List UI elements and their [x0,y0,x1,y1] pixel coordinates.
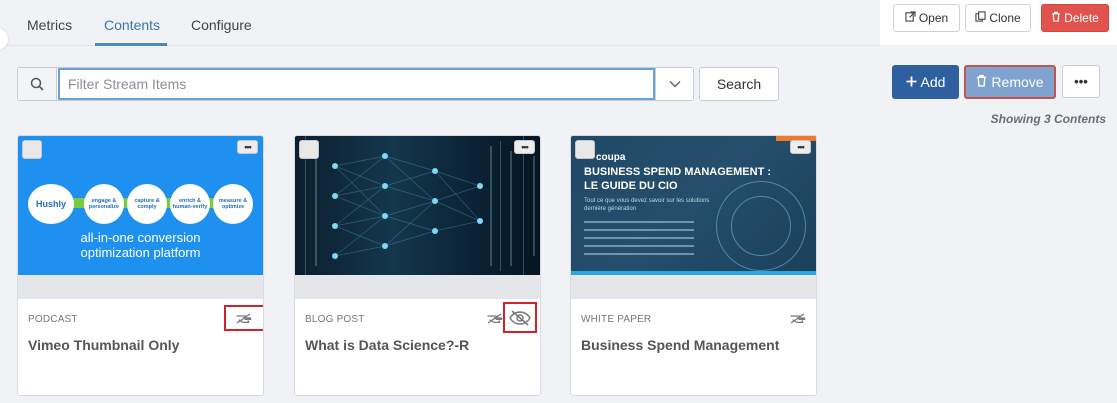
tab-configure[interactable]: Configure [191,17,252,33]
search-bar [17,67,694,101]
tab-contents[interactable]: Contents [104,17,160,33]
card-thumbnail: coupa BUSINESS SPEND MANAGEMENT : LE GUI… [571,136,816,275]
tab-bar: Metrics Contents Configure [0,0,880,46]
globe-graphic [731,196,791,256]
neural-network-graphic [305,136,535,275]
chevron-down-icon[interactable] [655,68,693,100]
card-checkbox[interactable] [575,140,595,159]
eye-slash-icon[interactable] [508,308,532,328]
more-options-button[interactable]: ••• [1062,65,1100,98]
content-card[interactable]: coupa BUSINESS SPEND MANAGEMENT : LE GUI… [570,135,817,396]
hand-icon[interactable] [234,310,256,328]
add-label: Add [920,74,946,90]
content-title: Vimeo Thumbnail Only [28,337,180,353]
content-title: Business Spend Management [581,337,780,353]
content-card[interactable]: ••• BLOG POST What is Data Science?-R [294,135,541,396]
content-type: PODCAST [28,314,78,325]
card-menu-button[interactable]: ••• [514,140,535,154]
thumbnail-subtext: Tout ce que vous devez savoir sur les so… [584,198,710,212]
card-thumbnail [295,136,540,275]
active-tab-indicator [95,43,167,46]
card-checkbox[interactable] [22,140,42,159]
card-thumbnail: Hushly engage & personalize capture & co… [18,136,263,275]
delete-label: Delete [1064,11,1099,25]
copy-icon [975,11,986,25]
add-button[interactable]: Add [892,65,959,99]
remove-button[interactable]: Remove [964,65,1056,99]
delete-button[interactable]: Delete [1041,4,1109,32]
step-circle: enrich & human-verify [170,184,210,224]
content-title: What is Data Science?-R [305,337,470,353]
card-band [571,275,816,299]
search-button[interactable]: Search [699,67,779,101]
card-band [295,275,540,299]
hushly-logo: Hushly [28,184,74,224]
tab-metrics[interactable]: Metrics [27,17,72,33]
search-icon[interactable] [18,68,57,100]
thumbnail-brand: coupa [596,152,626,163]
step-circle: engage & personalize [84,184,124,224]
step-circle: measure & optimize [213,184,253,224]
headline-line: BUSINESS SPEND MANAGEMENT : [584,166,772,178]
open-label: Open [918,11,949,25]
search-input[interactable] [58,68,655,100]
card-menu-button[interactable]: ••• [790,140,811,154]
thumbnail-caption: all-in-one conversion [80,230,201,245]
content-card[interactable]: Hushly engage & personalize capture & co… [17,135,264,396]
hand-icon[interactable] [788,310,810,328]
trash-icon [1051,11,1061,25]
clone-button[interactable]: Clone [965,4,1031,32]
card-band [18,275,263,299]
plus-icon [906,74,917,90]
thumbnail-list [584,221,694,261]
content-type: BLOG POST [305,314,365,325]
card-checkbox[interactable] [299,140,319,159]
step-circle: capture & comply [127,184,167,224]
remove-label: Remove [991,74,1044,90]
open-button[interactable]: Open [893,4,960,32]
clone-label: Clone [989,11,1021,25]
content-type: WHITE PAPER [581,314,652,325]
external-link-icon [905,11,916,25]
content-count: Showing 3 Contents [990,112,1106,126]
card-menu-button[interactable]: ••• [237,140,258,154]
trash-icon [976,74,987,90]
thumbnail-graphic: Hushly engage & personalize capture & co… [26,184,256,224]
thumbnail-caption: optimization platform [80,245,201,260]
